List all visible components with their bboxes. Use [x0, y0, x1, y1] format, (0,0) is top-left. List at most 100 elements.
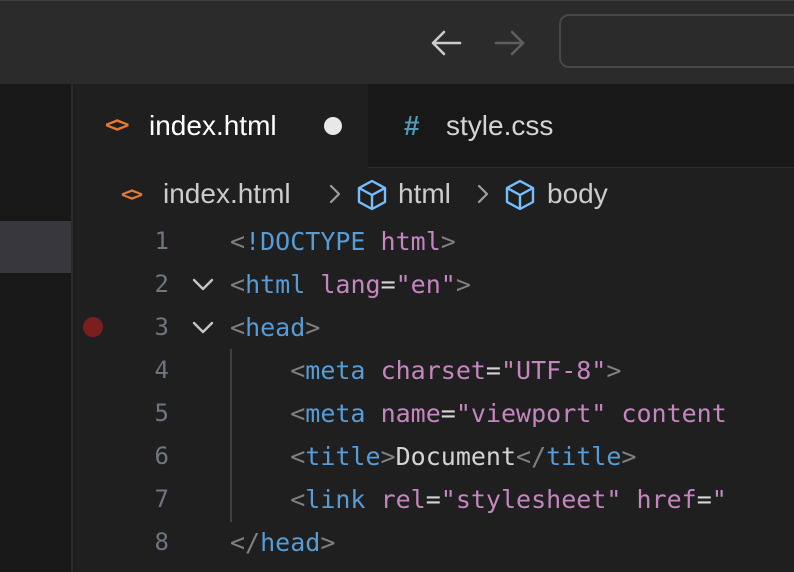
explorer-sidebar	[0, 84, 71, 572]
code-text: <link rel="stylesheet" href="	[230, 478, 727, 521]
chevron-right-icon	[477, 184, 489, 204]
token: "stylesheet"	[440, 485, 622, 514]
code-text: <!DOCTYPE html>	[230, 220, 456, 263]
token: =	[380, 270, 396, 299]
code-line[interactable]: 3 <head>	[73, 306, 794, 349]
token: DOCTYPE	[260, 227, 366, 256]
code-line[interactable]: 2 <html lang="en">	[73, 263, 794, 306]
code-line[interactable]: 1 <!DOCTYPE html>	[73, 220, 794, 263]
token: "en"	[395, 270, 456, 299]
code-line[interactable]: 4 <meta charset="UTF-8">	[73, 349, 794, 392]
token: <	[230, 313, 246, 342]
token: </	[230, 528, 261, 557]
token: "UTF-8"	[500, 356, 607, 385]
chevron-right-icon	[329, 184, 341, 204]
line-number: 8	[154, 528, 169, 556]
breadcrumb: <> index.html html body	[73, 168, 794, 220]
line-number: 3	[154, 313, 169, 341]
token: title	[546, 442, 622, 471]
token: Document	[395, 442, 517, 471]
token: !	[245, 227, 261, 256]
code-line[interactable]: 6 <title>Document</title>	[73, 435, 794, 478]
token: "viewport"	[455, 399, 607, 428]
code-text: <html lang="en">	[230, 263, 471, 306]
token: >	[440, 227, 456, 256]
tab-index-html[interactable]: <> index.html	[73, 84, 368, 168]
token: >	[455, 270, 471, 299]
tab-style-css[interactable]: # style.css	[368, 84, 794, 168]
code-text: <meta charset="UTF-8">	[230, 349, 621, 392]
forward-button[interactable]	[490, 23, 530, 63]
token: >	[305, 313, 321, 342]
token: charset	[380, 356, 486, 385]
chevron-down-icon[interactable]	[189, 316, 217, 340]
html-file-icon: <>	[121, 182, 143, 206]
sidebar-selected-item[interactable]	[0, 221, 71, 273]
token: name	[380, 399, 441, 428]
code-text: <meta name="viewport" content	[230, 392, 727, 435]
breadcrumb-body[interactable]: body	[547, 176, 608, 212]
command-center-search[interactable]	[559, 14, 794, 68]
css-file-icon: #	[404, 110, 420, 141]
token: html	[245, 270, 306, 299]
token: <	[290, 485, 306, 514]
line-number: 6	[154, 442, 169, 470]
token: <	[290, 356, 306, 385]
arrow-left-icon	[431, 30, 462, 56]
token: </	[516, 442, 547, 471]
token: >	[380, 442, 396, 471]
code-line[interactable]: 5 <meta name="viewport" content	[73, 392, 794, 435]
html-file-icon: <>	[105, 113, 130, 138]
chevron-down-icon[interactable]	[189, 273, 217, 297]
editor-tab-bar: <> index.html # style.css	[73, 84, 794, 168]
token: rel	[380, 485, 426, 514]
title-bar	[0, 0, 794, 84]
token: href	[636, 485, 697, 514]
token: <	[290, 399, 306, 428]
code-line[interactable]: 8 </head>	[73, 521, 794, 564]
token: head	[245, 313, 306, 342]
token: =	[425, 485, 441, 514]
token: title	[305, 442, 381, 471]
back-button[interactable]	[426, 23, 466, 63]
token: =	[485, 356, 501, 385]
token: >	[621, 442, 637, 471]
unsaved-dot-icon[interactable]	[324, 117, 342, 135]
line-number: 1	[154, 227, 169, 255]
code-text: <head>	[230, 306, 320, 349]
token: <	[230, 270, 246, 299]
breadcrumb-html[interactable]: html	[398, 176, 451, 212]
code-text: <title>Document</title>	[230, 435, 636, 478]
line-number: 4	[154, 356, 169, 384]
line-number: 5	[154, 399, 169, 427]
code-line[interactable]: 7 <link rel="stylesheet" href="	[73, 478, 794, 521]
line-number: 7	[154, 485, 169, 513]
breadcrumb-file[interactable]: index.html	[163, 176, 291, 212]
token: content	[621, 399, 727, 428]
tab-label: style.css	[446, 110, 554, 141]
token: =	[440, 399, 456, 428]
code-editor[interactable]: 1 <!DOCTYPE html> 2 <html lang="en"> 3 <…	[73, 220, 794, 572]
line-number: 2	[154, 270, 169, 298]
token: meta	[305, 356, 366, 385]
token: lang	[320, 270, 381, 299]
token: <	[230, 227, 246, 256]
breakpoint-icon[interactable]	[83, 317, 103, 337]
vscode-window: <> index.html # style.css <> index.html …	[0, 0, 794, 572]
token: head	[260, 528, 321, 557]
token: >	[320, 528, 336, 557]
symbol-element-icon	[357, 179, 387, 211]
token: meta	[305, 399, 366, 428]
token: html	[380, 227, 441, 256]
token: link	[305, 485, 366, 514]
